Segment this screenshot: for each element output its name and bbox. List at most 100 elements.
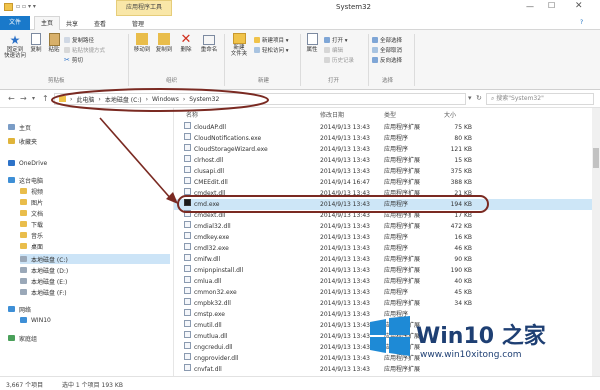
easy-access-button[interactable]: 轻松访问 ▾ [254,46,289,54]
minimize-button[interactable]: — [526,2,534,12]
star-icon [8,138,15,144]
address-dropdown-icon[interactable]: ▾ [468,94,472,102]
properties-button[interactable]: 属性 [304,33,320,53]
close-button[interactable]: ✕ [575,1,583,11]
new-folder-button[interactable]: 新建 文件夹 [228,33,250,57]
edit-button[interactable]: 编辑 [324,46,343,54]
refresh-icon[interactable]: ↻ [476,94,482,102]
column-header-date[interactable]: 修改日期 [320,110,344,119]
tab-home[interactable]: 主页 [34,16,60,31]
group-new-label: 新建 [258,78,270,84]
ribbon-separator [414,34,415,86]
breadcrumb-system32[interactable]: System32 [189,96,219,103]
table-row[interactable]: cmdl32.exe 2014/9/13 13:43 应用程序 46 KB [174,243,592,254]
file-name: CloudNotifications.exe [194,135,262,142]
table-row[interactable]: cmpbk32.dll 2014/9/13 13:43 应用程序扩展 34 KB [174,298,592,309]
sidebar-item[interactable]: 音乐 [20,230,43,240]
table-row[interactable]: cmlua.dll 2014/9/13 13:43 应用程序扩展 40 KB [174,276,592,287]
column-header-type[interactable]: 类型 [384,110,396,119]
sidebar-item-label: 本地磁盘 (F:) [31,289,67,297]
sidebar-item[interactable]: 收藏夹 [8,136,37,146]
ribbon-tabs: 文件 主页 共享 查看 管理 ? [0,16,600,31]
select-none-button[interactable]: 全部取消 [372,46,402,54]
sidebar-item[interactable]: 网络 [8,304,31,314]
table-row[interactable]: cloudAP.dll 2014/9/13 13:43 应用程序扩展 75 KB [174,122,592,133]
sidebar-item[interactable]: 下载 [20,219,43,229]
clipboard-icon [48,33,60,46]
breadcrumb-separator: › [145,95,149,103]
sidebar-item[interactable]: WIN10 [20,315,51,325]
sidebar-item[interactable]: 图片 [20,197,43,207]
file-icon [184,254,191,261]
sidebar-item[interactable]: 主页 [8,122,31,132]
move-to-button[interactable]: 移动到 [132,33,152,53]
select-all-button[interactable]: 全部选择 [372,36,402,44]
copy-button[interactable]: 复制 [28,33,44,53]
address-bar[interactable]: › 此电脑 › 本地磁盘 (C:) › Windows › System32 [54,93,466,105]
sidebar-item[interactable]: 本地磁盘 (E:) [20,276,67,286]
delete-button[interactable]: ✕ 删除 [178,33,194,54]
open-button[interactable]: 打开 ▾ [324,36,348,44]
sidebar-item[interactable]: 本地磁盘 (D:) [20,265,68,275]
paste-shortcut-button[interactable]: 粘贴快捷方式 [64,46,105,54]
sidebar-item[interactable]: 这台电脑 [8,175,43,185]
column-header-size[interactable]: 大小 [444,110,456,119]
properties-label: 属性 [306,47,318,53]
sidebar-item[interactable]: OneDrive [8,158,47,168]
pin-label: 固定到 快速访问 [4,47,27,59]
tab-manage[interactable]: 管理 [132,19,144,30]
table-row[interactable]: cmdkey.exe 2014/9/13 13:43 应用程序 16 KB [174,232,592,243]
table-row[interactable]: cmipnpinstall.dll 2014/9/13 13:43 应用程序扩展 19… [174,265,592,276]
tab-share[interactable]: 共享 [66,19,78,30]
tab-file[interactable]: 文件 [0,16,30,30]
table-row[interactable]: CloudNotifications.exe 2014/9/13 13:43 应用程… [174,133,592,144]
table-row[interactable]: cmdial32.dll 2014/9/13 13:43 应用程序扩展 472 KB [174,221,592,232]
forward-arrow-icon[interactable]: → [20,94,27,104]
breadcrumb-windows[interactable]: Windows [152,96,179,103]
table-row[interactable]: cmmon32.exe 2014/9/13 13:43 应用程序 45 KB [174,287,592,298]
sidebar-item[interactable]: 家庭组 [8,333,37,343]
table-row[interactable]: CloudStorageWizard.exe 2014/9/13 13:43 应用程… [174,144,592,155]
table-row[interactable]: clusapi.dll 2014/9/13 13:43 应用程序扩展 375 KB [174,166,592,177]
history-button[interactable]: 历史记录 [324,56,354,64]
file-size: 75 KB [454,124,472,131]
search-input[interactable]: ⌕ 搜索"System32" [486,93,594,105]
scrollbar-thumb[interactable] [593,148,599,168]
table-row[interactable]: clrhost.dll 2014/9/13 13:43 应用程序扩展 15 KB [174,155,592,166]
pin-icon: ★ [9,33,21,47]
recent-chevron-icon[interactable]: ▾ [32,94,35,104]
history-label: 历史记录 [332,58,355,64]
sidebar-item[interactable]: 视频 [20,186,43,196]
new-item-button[interactable]: 新建项目 ▾ [254,36,289,44]
table-row[interactable]: cmdext.dll 2014/9/13 13:43 应用程序扩展 21 KB [174,188,592,199]
back-arrow-icon[interactable]: ← [8,94,15,104]
sidebar-item[interactable]: 本地磁盘 (C:) [20,254,170,264]
maximize-button[interactable]: ☐ [548,1,555,11]
invert-selection-button[interactable]: 反向选择 [372,56,402,64]
column-header-name[interactable]: 名称 [186,110,198,119]
tab-view[interactable]: 查看 [94,19,106,30]
table-row[interactable]: CMEEdit.dll 2014/9/14 16:47 应用程序扩展 388 KB [174,177,592,188]
quick-access-toolbar[interactable]: ▫ ▫ ▾ ▾ [16,2,56,12]
sidebar-item[interactable]: 桌面 [20,241,43,251]
invert-selection-icon [372,57,378,63]
sidebar-item[interactable]: 本地磁盘 (F:) [20,287,67,297]
pin-button[interactable]: ★ 固定到 快速访问 [4,33,26,59]
rename-button[interactable]: 重命名 [198,33,220,53]
table-row[interactable]: cmifw.dll 2014/9/13 13:43 应用程序扩展 90 KB [174,254,592,265]
sidebar-item-label: 本地磁盘 (D:) [31,267,69,275]
cut-button[interactable]: ✂ 剪切 [64,56,83,64]
sidebar-item[interactable]: 文档 [20,208,43,218]
history-icon [324,57,330,63]
copy-to-button[interactable]: 复制到 [154,33,174,53]
table-row[interactable]: cmd.exe 2014/9/13 13:43 应用程序 194 KB [174,199,592,210]
file-name: cmdext.dll [194,212,226,219]
paste-button[interactable]: 粘贴 [46,33,62,53]
breadcrumb-pc[interactable]: 此电脑 [76,95,94,104]
breadcrumb-drive[interactable]: 本地磁盘 (C:) [105,95,142,104]
up-arrow-icon[interactable]: ↑ [42,94,49,104]
help-icon[interactable]: ? [580,19,583,26]
file-size: 40 KB [454,278,472,285]
copy-path-button[interactable]: 复制路径 [64,36,94,44]
table-row[interactable]: cmdext.dll 2014/9/13 13:43 应用程序扩展 17 KB [174,210,592,221]
